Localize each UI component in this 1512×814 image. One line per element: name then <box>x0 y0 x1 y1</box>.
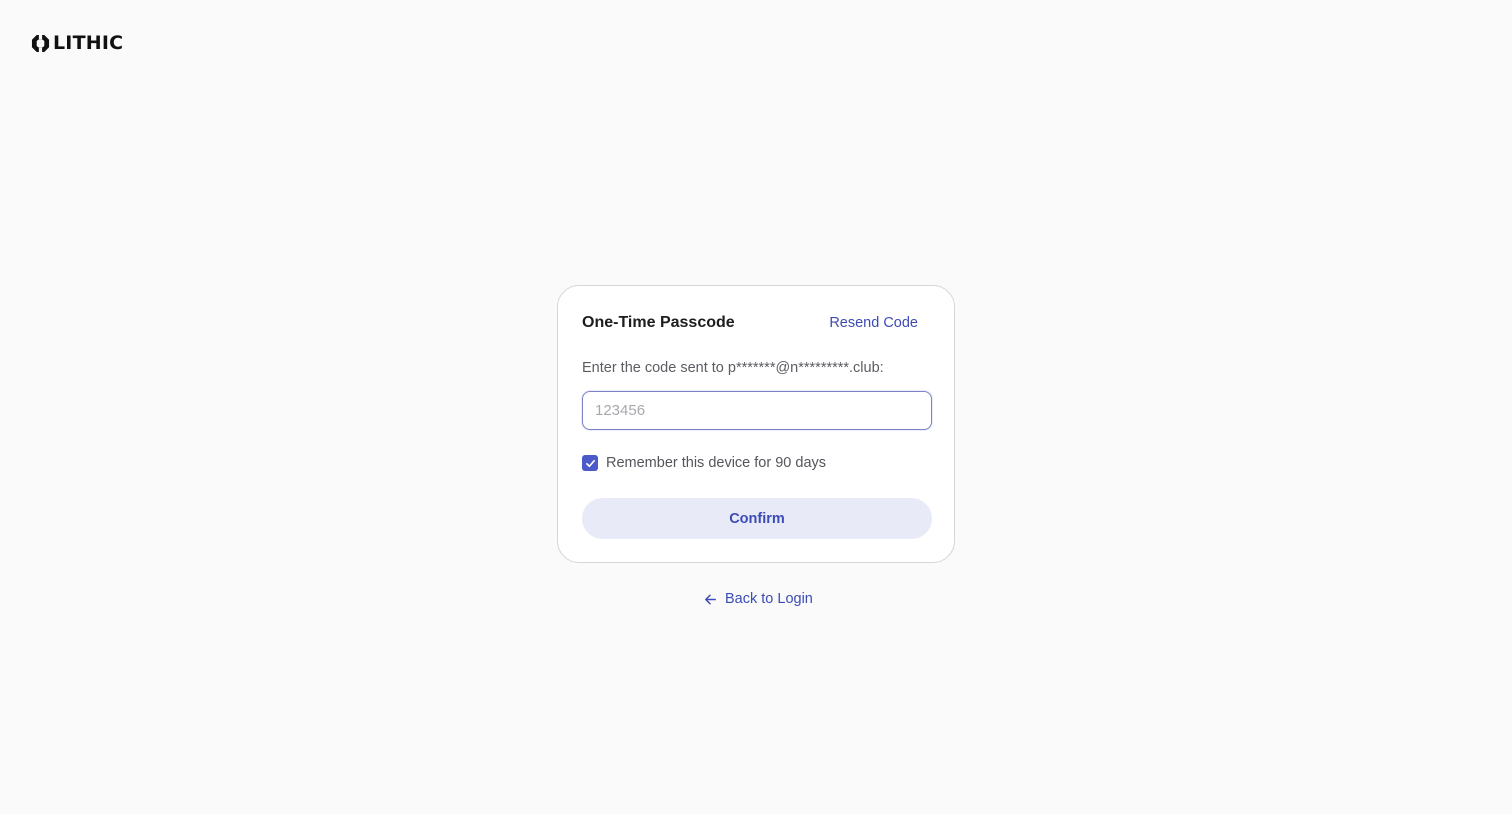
remember-device-label: Remember this device for 90 days <box>606 455 827 471</box>
lithic-logo-icon <box>31 34 50 52</box>
passcode-input[interactable] <box>582 391 932 430</box>
brand-logo[interactable]: LITHIC <box>31 33 123 53</box>
card-title: One-Time Passcode <box>582 314 735 331</box>
remember-device-checkbox[interactable] <box>582 455 598 471</box>
arrow-left-icon <box>705 594 716 604</box>
back-to-login-label: Back to Login <box>725 591 813 607</box>
back-to-login-link[interactable]: Back to Login <box>703 591 813 607</box>
resend-code-link[interactable]: Resend Code <box>829 315 918 331</box>
card-header: One-Time Passcode Resend Code <box>582 312 930 334</box>
confirm-button[interactable]: Confirm <box>582 498 932 539</box>
remember-device-row[interactable]: Remember this device for 90 days <box>582 455 826 471</box>
otp-card: One-Time Passcode Resend Code Enter the … <box>557 285 955 563</box>
code-prompt: Enter the code sent to p*******@n*******… <box>582 360 884 376</box>
check-icon <box>585 459 595 467</box>
brand-name: LITHIC <box>53 32 124 54</box>
